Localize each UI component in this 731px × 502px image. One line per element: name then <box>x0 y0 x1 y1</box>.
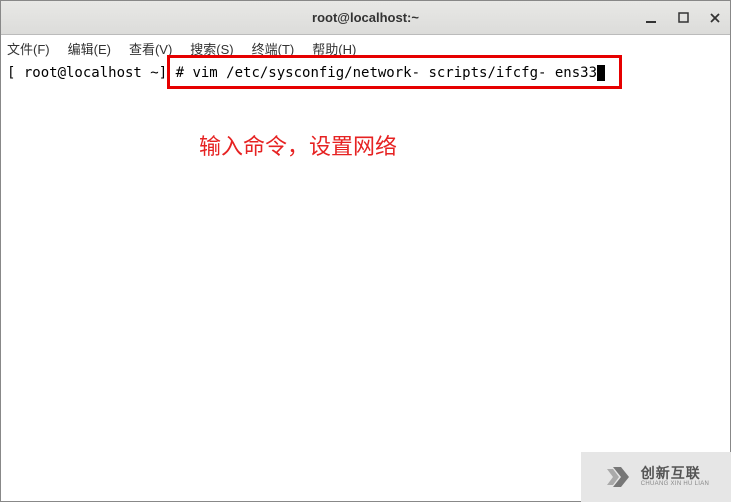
window-title: root@localhost:~ <box>312 10 419 25</box>
watermark-logo-icon <box>603 461 635 493</box>
cursor-icon <box>597 65 605 81</box>
menu-edit[interactable]: 编辑(E) <box>66 37 113 60</box>
close-button[interactable] <box>708 11 722 25</box>
watermark-sub: CHUANG XIN HU LIAN <box>641 481 709 488</box>
terminal-area[interactable]: [ root@localhost ~] # vim /etc/sysconfig… <box>1 61 730 501</box>
maximize-button[interactable] <box>676 11 690 25</box>
annotation-text: 输入命令，设置网络 <box>199 129 397 161</box>
prompt: [ root@localhost ~] # <box>7 65 192 81</box>
menu-help[interactable]: 帮助(H) <box>310 37 358 60</box>
menu-file[interactable]: 文件(F) <box>5 37 52 60</box>
menu-search[interactable]: 搜索(S) <box>188 37 235 60</box>
titlebar: root@localhost:~ <box>1 1 730 35</box>
menu-terminal[interactable]: 终端(T) <box>250 37 297 60</box>
menubar: 文件(F) 编辑(E) 查看(V) 搜索(S) 终端(T) 帮助(H) <box>1 35 730 61</box>
window-controls <box>644 11 722 25</box>
command-text: vim /etc/sysconfig/network- scripts/ifcf… <box>192 65 597 81</box>
watermark-main: 创新互联 <box>641 466 709 481</box>
watermark-text: 创新互联 CHUANG XIN HU LIAN <box>641 466 709 488</box>
terminal-line: [ root@localhost ~] # vim /etc/sysconfig… <box>7 63 724 83</box>
minimize-button[interactable] <box>644 11 658 25</box>
watermark: 创新互联 CHUANG XIN HU LIAN <box>581 452 731 502</box>
menu-view[interactable]: 查看(V) <box>127 37 174 60</box>
terminal-window: root@localhost:~ 文件(F) 编辑(E) 查看(V) 搜索(S)… <box>0 0 731 502</box>
